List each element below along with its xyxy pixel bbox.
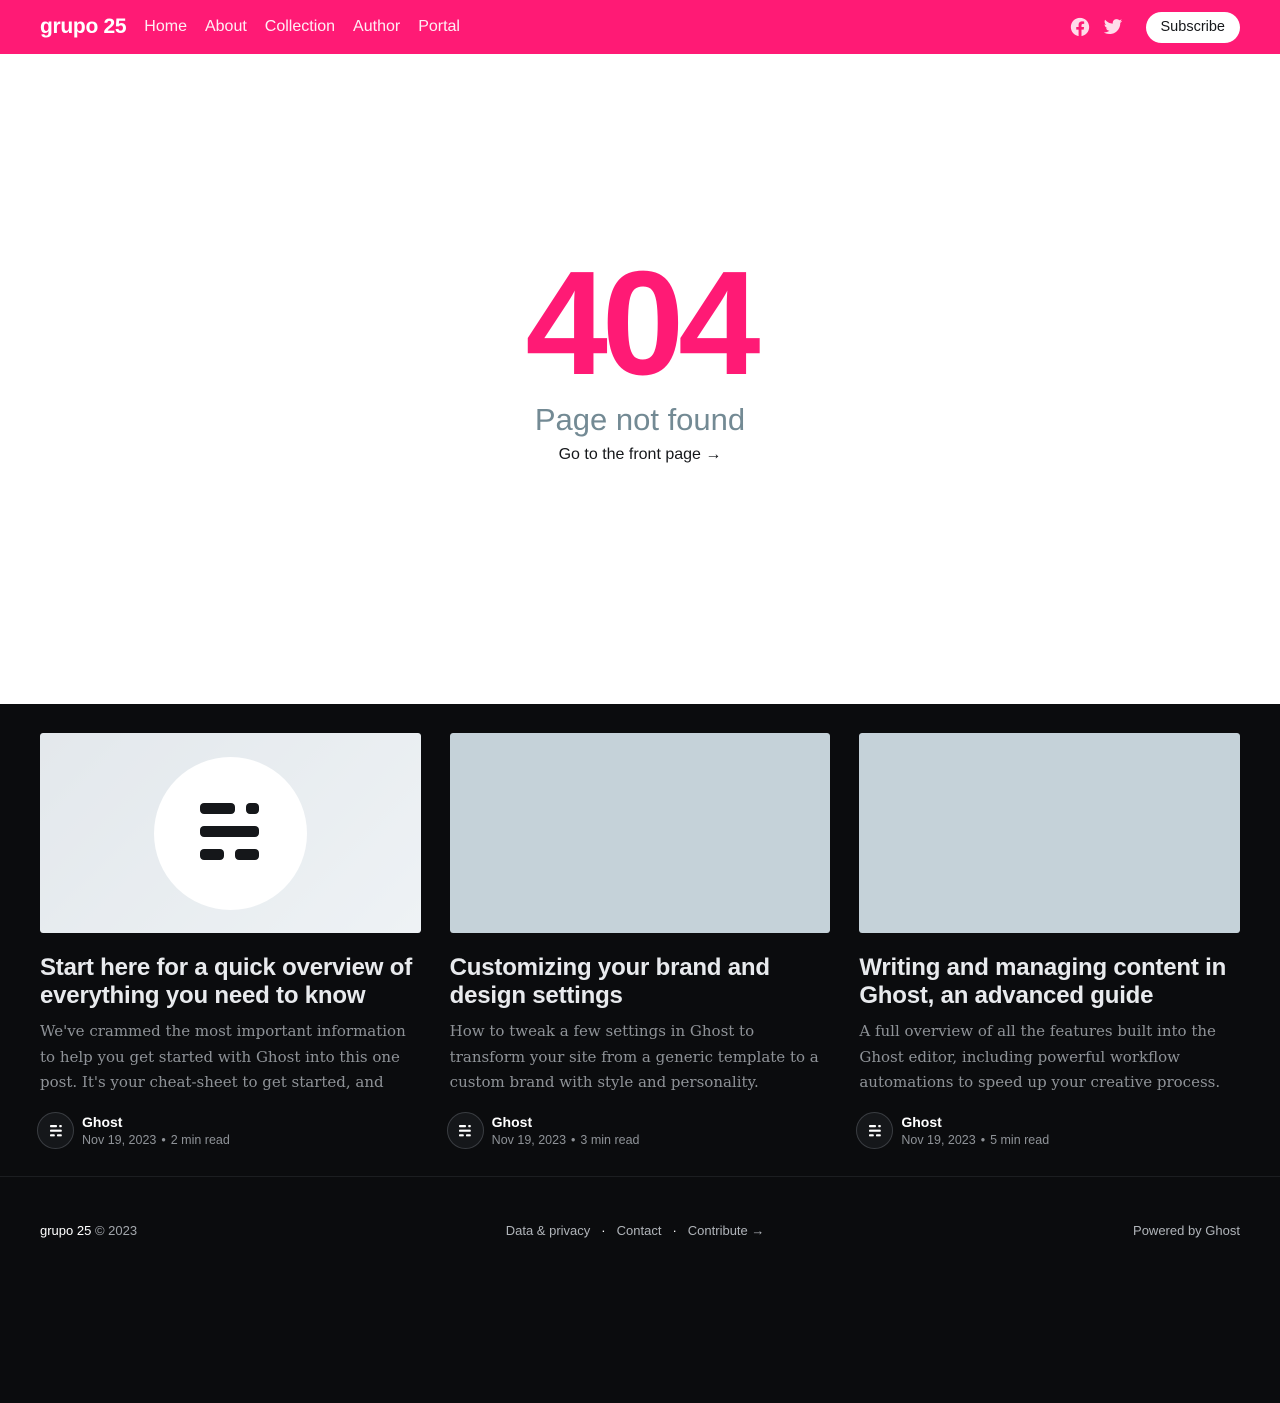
nav-item-author[interactable]: Author xyxy=(353,18,400,36)
nav-item-about[interactable]: About xyxy=(205,18,247,36)
post-date: Nov 19, 2023 xyxy=(901,1132,976,1147)
copyright: grupo 25 © 2023 xyxy=(40,1223,137,1238)
post-date: Nov 19, 2023 xyxy=(491,1132,567,1147)
footer-link-contribute[interactable]: Contribute → xyxy=(688,1223,765,1238)
post-feed: Start here for a quick overview of every… xyxy=(0,704,1280,1177)
post-card-image[interactable] xyxy=(859,733,1241,933)
error-description: Page not found xyxy=(534,402,746,437)
post-date-line: Nov 19, 2023 • 5 min read xyxy=(901,1132,1050,1147)
post-card-image[interactable] xyxy=(40,733,421,933)
post-card-meta: Ghost Nov 19, 2023 • 5 min read xyxy=(856,1112,1240,1149)
footer-separator: · xyxy=(672,1223,677,1238)
post-card-image[interactable] xyxy=(449,733,831,933)
footer-site-link[interactable]: grupo 25 xyxy=(40,1223,91,1238)
ghost-logo-icon xyxy=(153,756,307,910)
author-avatar[interactable] xyxy=(37,1112,74,1149)
post-date: Nov 19, 2023 xyxy=(82,1132,157,1147)
post-reading-time: 3 min read xyxy=(580,1132,640,1147)
post-author[interactable]: Ghost xyxy=(82,1113,230,1131)
post-card-excerpt: How to tweak a few settings in Ghost to … xyxy=(449,1022,819,1091)
author-avatar[interactable] xyxy=(446,1112,484,1149)
nav-item-portal[interactable]: Portal xyxy=(418,18,460,36)
footer-link-contact[interactable]: Contact xyxy=(617,1223,662,1238)
footer-separator: · xyxy=(601,1223,606,1238)
main-nav: Home About Collection Author Portal xyxy=(144,18,460,36)
front-page-link[interactable]: Go to the front page → xyxy=(559,446,722,464)
post-card-excerpt: A full overview of all the features buil… xyxy=(859,1022,1221,1091)
error-code: 404 xyxy=(525,241,761,406)
facebook-icon[interactable] xyxy=(1070,17,1091,38)
post-date-line: Nov 19, 2023 • 2 min read xyxy=(82,1132,230,1147)
post-card-excerpt: We've crammed the most important informa… xyxy=(40,1022,406,1091)
site-logo[interactable]: grupo 25 xyxy=(40,15,127,39)
subscribe-button[interactable]: Subscribe xyxy=(1145,11,1240,43)
post-date-line: Nov 19, 2023 • 3 min read xyxy=(491,1132,640,1147)
error-content: 404 Page not found Go to the front page … xyxy=(0,54,1280,704)
post-reading-time: 5 min read xyxy=(990,1132,1050,1147)
author-avatar[interactable] xyxy=(856,1112,894,1149)
nav-item-collection[interactable]: Collection xyxy=(265,18,335,36)
post-card-meta: Ghost Nov 19, 2023 • 3 min read xyxy=(446,1112,831,1149)
post-card-title[interactable]: Start here for a quick overview of every… xyxy=(40,954,421,1010)
twitter-icon[interactable] xyxy=(1103,17,1124,38)
post-card[interactable]: Writing and managing content in Ghost, a… xyxy=(856,733,1241,1176)
post-author[interactable]: Ghost xyxy=(901,1113,1049,1131)
copyright-text: © 2023 xyxy=(94,1223,138,1238)
site-header: grupo 25 Home About Collection Author Po… xyxy=(0,0,1280,54)
footer-nav: Data & privacy · Contact · Contribute → xyxy=(506,1223,765,1238)
powered-by-link[interactable]: Powered by Ghost xyxy=(1133,1223,1240,1238)
site-footer-area: Start here for a quick overview of every… xyxy=(0,704,1280,1403)
post-card-meta: Ghost Nov 19, 2023 • 2 min read xyxy=(37,1112,421,1149)
header-actions: Subscribe xyxy=(1070,11,1240,43)
post-author[interactable]: Ghost xyxy=(492,1113,640,1131)
post-reading-time: 2 min read xyxy=(170,1132,230,1147)
post-card-title[interactable]: Writing and managing content in Ghost, a… xyxy=(859,954,1240,1010)
footer-link-data-privacy[interactable]: Data & privacy xyxy=(506,1223,591,1238)
post-card-title[interactable]: Customizing your brand and design settin… xyxy=(450,954,831,1010)
nav-item-home[interactable]: Home xyxy=(144,18,187,36)
post-card[interactable]: Customizing your brand and design settin… xyxy=(446,733,831,1176)
site-footer: grupo 25 © 2023 Data & privacy · Contact… xyxy=(0,1177,1280,1284)
post-card[interactable]: Start here for a quick overview of every… xyxy=(37,733,421,1176)
